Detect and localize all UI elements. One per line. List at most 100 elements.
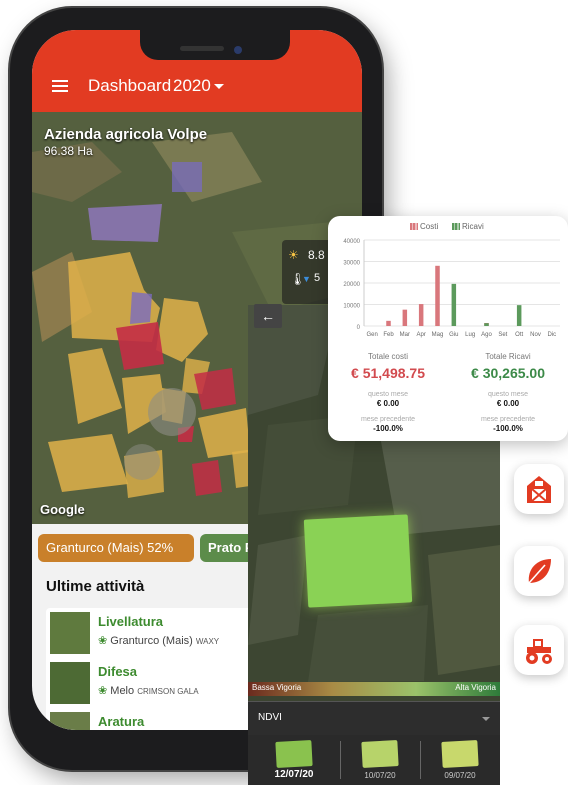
weather-value-secondary: 5 (314, 272, 321, 284)
prev-month-label: mese precedente (480, 416, 536, 423)
crop-chip-granturco[interactable]: Granturco (Mais) 52% (38, 534, 194, 562)
scale-high-label: Alta Vigoria (455, 683, 496, 692)
list-item[interactable]: Difesa ❀ Melo CRIMSON GALA (46, 658, 256, 708)
x-tick-label: Lug (465, 332, 475, 338)
map-attribution: Google (40, 502, 85, 517)
scale-low-label: Bassa Vigoria (252, 683, 302, 692)
activity-name: Difesa (98, 664, 138, 679)
x-tick-label: Nov (530, 332, 541, 338)
back-arrow-icon[interactable]: ← (254, 304, 282, 328)
activities-list: Livellatura ❀ Granturco (Mais) WAXY Dife… (46, 608, 256, 730)
x-tick-label: Set (498, 332, 507, 338)
this-month-label: questo mese (367, 391, 409, 398)
list-item[interactable]: Livellatura ❀ Granturco (Mais) WAXY (46, 608, 256, 658)
date-thumbnail (441, 740, 479, 768)
bar-chart-icon (410, 223, 418, 231)
x-tick-label: Ago (481, 332, 492, 338)
bar-ricavi (484, 323, 489, 326)
y-tick-label: 40000 (343, 239, 360, 245)
chevron-down-icon[interactable] (214, 84, 224, 89)
date-item[interactable]: 09/07/20 (420, 735, 500, 785)
legend-item-ricavi[interactable]: Ricavi (452, 222, 484, 231)
crop-variety: WAXY (195, 637, 220, 646)
date-strip: 12/07/20 10/07/20 09/07/20 (248, 735, 500, 785)
index-selector[interactable]: NDVI (248, 701, 500, 735)
costs-column: Totale costi € 51,498.75 questo mese € 0… (328, 352, 448, 433)
prev-month-costs: -100.0% (373, 424, 403, 433)
y-tick-label: 30000 (343, 261, 360, 267)
sun-icon: ☀ (288, 248, 299, 262)
this-month-costs: € 0.00 (376, 399, 400, 408)
this-month-label: questo mese (487, 391, 529, 398)
phone-camera (234, 46, 242, 54)
bar-ricavi (451, 283, 457, 326)
index-label: NDVI (258, 712, 282, 723)
x-tick-label: Giu (449, 332, 458, 338)
x-tick-label: Mar (400, 332, 410, 338)
revenue-column: Totale Ricavi € 30,265.00 questo mese € … (448, 352, 568, 433)
crop-variety: CRIMSON GALA (137, 687, 199, 696)
bar-costi (402, 309, 408, 326)
page-title: Dashboard (88, 76, 172, 95)
monthly-bar-chart: 0 10000 20000 30000 40000 Gen Feb Mar Apr Mag Giu L… (343, 239, 560, 338)
chevron-down-icon (482, 717, 490, 721)
leaf-icon: ❀ (98, 635, 108, 647)
x-tick-label: Gen (366, 332, 377, 338)
vigor-scale: Bassa Vigoria Alta Vigoria (248, 682, 500, 696)
farm-area: 96.38 Ha (44, 144, 93, 158)
phone-notch (140, 30, 290, 60)
legend-label: Ricavi (462, 222, 484, 231)
date-label: 09/07/20 (444, 771, 476, 780)
crop-name: Melo (110, 685, 135, 697)
chart-legend: Costi Ricavi (328, 222, 568, 234)
barn-icon[interactable] (514, 464, 564, 514)
arrow-down-icon: ▼ (302, 274, 311, 284)
weather-value: 8.8 (308, 248, 325, 262)
activity-thumbnail (50, 612, 90, 654)
y-tick-label: 10000 (343, 304, 360, 310)
date-item-selected[interactable]: 12/07/20 (254, 735, 334, 785)
activity-crop: ❀ Melo CRIMSON GALA (98, 684, 199, 697)
bar-chart-icon (452, 223, 460, 231)
y-tick-label: 0 (357, 325, 361, 331)
total-costs-label: Totale costi (367, 352, 409, 361)
legend-item-costi[interactable]: Costi (410, 222, 438, 231)
year-selector[interactable]: 2020 (173, 76, 211, 96)
x-tick-label: Dic (547, 332, 556, 338)
date-label: 12/07/20 (274, 769, 314, 780)
activity-name: Livellatura (98, 614, 164, 629)
finance-card: Costi Ricavi 0 10000 20000 30000 40000 Gen Feb… (328, 216, 568, 441)
crop-name: Granturco (Mais) (110, 635, 193, 647)
x-tick-label: Apr (416, 332, 425, 338)
prev-month-label: mese precedente (360, 416, 416, 423)
bar-costi (435, 265, 440, 326)
total-revenue-value: € 30,265.00 (471, 365, 545, 381)
x-tick-label: Mag (432, 332, 444, 338)
legend-label: Costi (420, 222, 439, 231)
menu-icon[interactable] (52, 80, 68, 92)
total-costs-value: € 51,498.75 (351, 365, 425, 381)
list-item[interactable]: Aratura (46, 708, 256, 730)
x-tick-label: Ott (515, 332, 523, 338)
this-month-revenue: € 0.00 (496, 399, 520, 408)
total-revenue-label: Totale Ricavi (485, 352, 531, 361)
ndvi-field-overlay[interactable] (303, 514, 413, 608)
activity-name: Aratura (98, 714, 145, 729)
date-item[interactable]: 10/07/20 (340, 735, 420, 785)
activity-crop: ❀ Granturco (Mais) WAXY (98, 634, 219, 647)
activity-thumbnail (50, 712, 90, 730)
y-tick-label: 20000 (343, 282, 360, 288)
leaf-icon[interactable] (514, 546, 564, 596)
tractor-icon[interactable] (514, 625, 564, 675)
date-label: 10/07/20 (364, 771, 396, 780)
date-thumbnail (361, 740, 399, 768)
leaf-icon: ❀ (98, 685, 108, 697)
date-thumbnail (275, 740, 313, 768)
x-tick-label: Feb (383, 332, 394, 338)
activity-thumbnail (50, 662, 90, 704)
bar-costi (386, 320, 391, 326)
recent-activities-title: Ultime attività (46, 578, 145, 595)
bar-costi (418, 304, 424, 326)
phone-speaker (180, 46, 224, 51)
prev-month-revenue: -100.0% (493, 424, 523, 433)
